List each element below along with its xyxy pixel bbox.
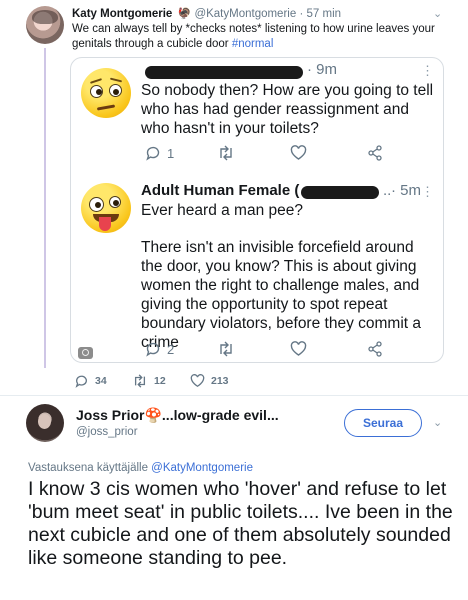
author-handle[interactable]: @KatyMontgomerie <box>194 8 296 20</box>
header-separator: · <box>299 8 304 20</box>
like-button[interactable]: 213 <box>190 374 229 388</box>
name-emoji: 🦃 <box>177 8 192 20</box>
reply-context-label: Vastauksena käyttäjälle <box>28 462 152 474</box>
mention-link[interactable]: @KatyMontgomerie <box>151 462 253 474</box>
tweet-text: We can always tell by *checks notes* lis… <box>72 22 458 52</box>
reply-count: 2 <box>167 341 175 357</box>
tweet-text: I know 3 cis women who 'hover' and refus… <box>28 478 453 569</box>
chevron-down-icon[interactable]: ⌄ <box>433 7 442 20</box>
heart-icon <box>190 374 205 388</box>
retweet-action <box>217 341 235 357</box>
reply-count: 34 <box>95 375 107 387</box>
tweet-header: Katy Montgomerie 🦃 @KatyMontgomerie · 57… <box>72 7 341 20</box>
redacted-username <box>145 66 303 79</box>
like-action <box>290 145 307 161</box>
hashtag-link[interactable]: #normal <box>232 38 274 50</box>
share-icon <box>368 341 382 357</box>
author-name-text: Joss Prior <box>76 407 145 423</box>
tweet-time[interactable]: 57 min <box>307 8 342 20</box>
chevron-down-icon[interactable]: ⌄ <box>433 416 442 429</box>
tongue-emoji-avatar <box>81 183 131 233</box>
redacted-handle <box>301 186 379 199</box>
avatar-joss[interactable] <box>26 404 64 442</box>
author-name[interactable]: Katy Montgomerie <box>72 8 172 20</box>
reply-icon <box>75 375 87 388</box>
divider <box>0 395 468 396</box>
reply-action: 1 <box>145 145 174 161</box>
retweet-count: 12 <box>154 375 166 387</box>
reply-text: So nobody then? How are you going to tel… <box>141 82 434 137</box>
reply-icon <box>146 146 160 161</box>
reply-icon <box>146 342 160 357</box>
retweet-button[interactable]: 12 <box>132 374 166 388</box>
confused-emoji-avatar <box>81 68 131 118</box>
reply-action: 2 <box>145 341 174 357</box>
retweet-action <box>217 145 235 161</box>
reply-text: Ever heard a man pee? <box>141 202 303 219</box>
embedded-image[interactable]: · 9m ⋮ So nobody then? How are you going… <box>70 57 444 363</box>
retweet-icon <box>134 374 146 388</box>
like-action <box>290 341 307 357</box>
more-icon: ⋮ <box>421 63 434 78</box>
reply-time: · 9m <box>307 61 337 78</box>
share-icon <box>368 145 382 161</box>
more-icon: ⋮ <box>421 184 434 199</box>
reply-text: There isn't an invisible forcefield arou… <box>141 239 421 351</box>
image-badge-icon <box>78 347 93 359</box>
author-name-suffix: ...low-grade evil... <box>161 407 279 423</box>
like-count: 213 <box>211 375 229 387</box>
reply-button[interactable]: 34 <box>74 374 107 388</box>
share-action <box>367 341 383 357</box>
retweet-icon <box>220 145 232 161</box>
thread-line <box>44 48 46 368</box>
author-handle[interactable]: @joss_prior <box>76 426 138 438</box>
retweet-icon <box>220 341 232 357</box>
mushroom-icon: 🍄 <box>144 407 162 423</box>
author-name[interactable]: Joss Prior🍄...low-grade evil... <box>76 407 279 424</box>
follow-button[interactable]: Seuraa <box>344 409 422 437</box>
reply-context: Vastauksena käyttäjälle @KatyMontgomerie <box>28 462 253 474</box>
heart-icon <box>290 145 307 160</box>
heart-icon <box>290 341 307 356</box>
reply-count: 1 <box>167 145 175 161</box>
share-action <box>367 145 383 161</box>
avatar-katy[interactable] <box>26 6 64 44</box>
reply-time: · 5m <box>391 182 421 199</box>
reply-author: Adult Human Female ( <box>141 182 300 199</box>
